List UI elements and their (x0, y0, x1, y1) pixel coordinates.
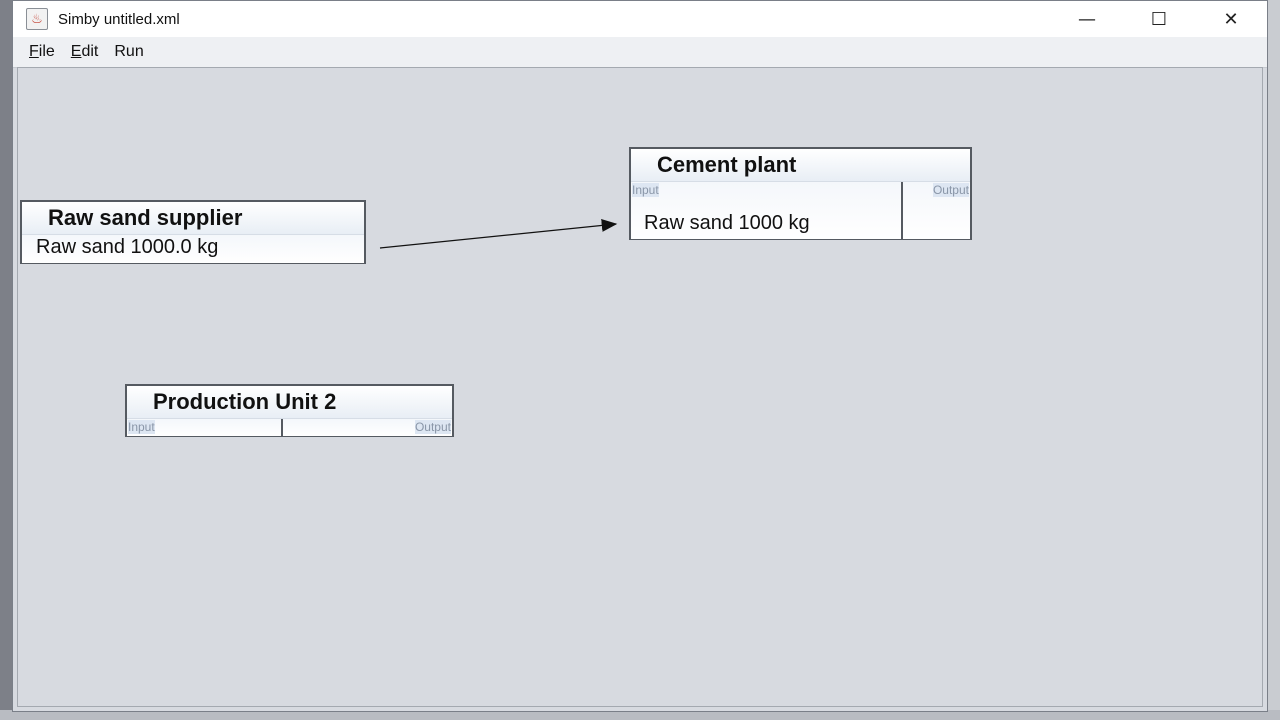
node-body: Raw sand 1000.0 kg (22, 234, 364, 263)
title-bar[interactable]: ♨ Simby untitled.xml — ☐ ✕ (13, 1, 1267, 37)
port-divider (281, 419, 283, 436)
output-port-label[interactable]: Output (414, 420, 451, 434)
input-port-label[interactable]: Input (128, 420, 155, 434)
window-title: Simby untitled.xml (58, 10, 180, 28)
port-divider (901, 182, 903, 239)
diagram-canvas[interactable]: Raw sand supplier Raw sand 1000.0 kg Cem… (17, 67, 1263, 707)
java-cup-icon: ♨ (26, 8, 48, 30)
node-item: Raw sand 1000.0 kg (36, 236, 219, 258)
output-port-label[interactable]: Output (932, 183, 969, 197)
node-body: Input Output (127, 418, 452, 436)
node-raw-sand-supplier[interactable]: Raw sand supplier Raw sand 1000.0 kg (20, 200, 366, 264)
node-body: Input Output Raw sand 1000 kg (631, 181, 970, 239)
node-item: Raw sand 1000 kg (644, 212, 810, 234)
menu-file[interactable]: File (29, 43, 55, 61)
minimize-button[interactable]: — (1051, 1, 1123, 37)
menu-edit[interactable]: Edit (71, 43, 99, 61)
desktop-right-strip (1266, 0, 1280, 720)
node-title: Cement plant (631, 149, 970, 181)
maximize-icon: ☐ (1150, 8, 1168, 30)
minimize-icon: — (1078, 8, 1096, 30)
window-controls: — ☐ ✕ (1051, 1, 1267, 37)
menu-bar: File Edit Run (13, 37, 1267, 68)
maximize-button[interactable]: ☐ (1123, 1, 1195, 37)
close-icon: ✕ (1223, 8, 1239, 30)
node-production-unit-2[interactable]: Production Unit 2 Input Output (125, 384, 454, 437)
app-window: ♨ Simby untitled.xml — ☐ ✕ File Edit Run… (12, 0, 1268, 712)
input-port-label[interactable]: Input (632, 183, 659, 197)
node-title: Production Unit 2 (127, 386, 452, 418)
close-button[interactable]: ✕ (1195, 1, 1267, 37)
node-cement-plant[interactable]: Cement plant Input Output Raw sand 1000 … (629, 147, 972, 240)
menu-run[interactable]: Run (114, 43, 143, 61)
node-title: Raw sand supplier (22, 202, 364, 234)
